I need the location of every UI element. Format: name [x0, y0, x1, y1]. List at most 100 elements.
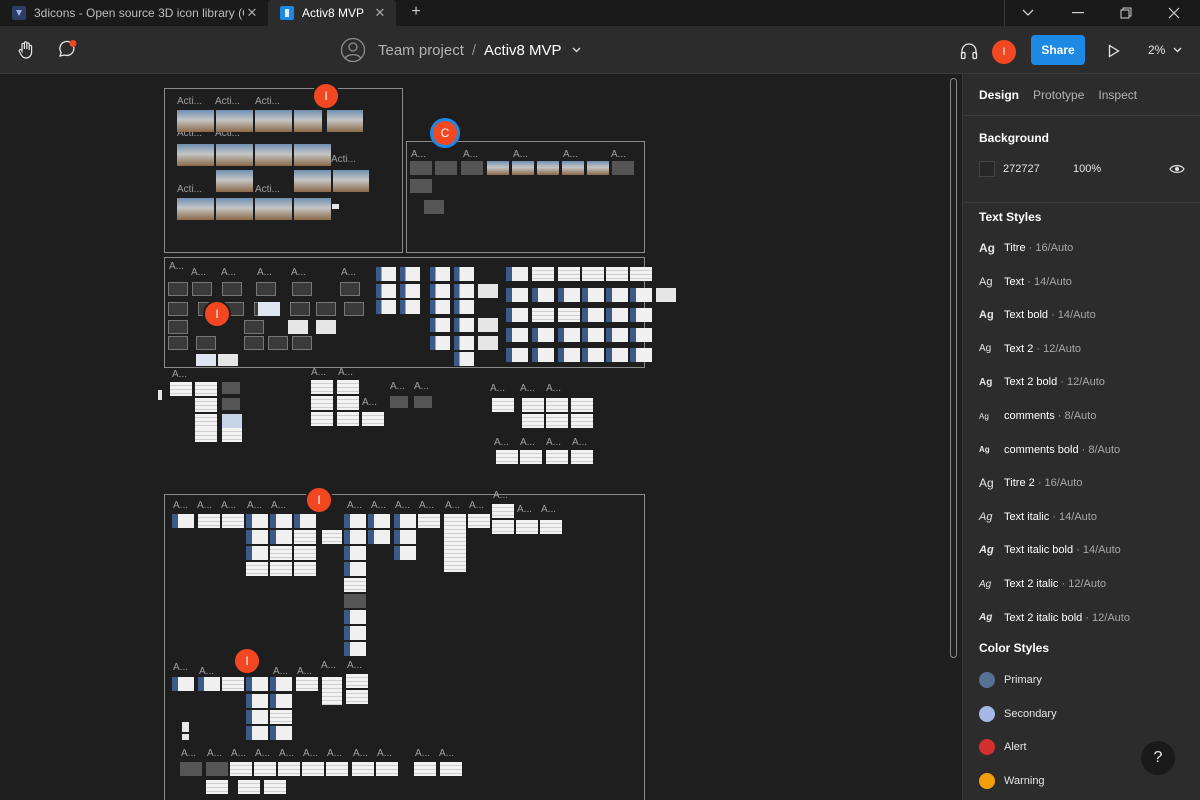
screen-thumbnail[interactable] [454, 352, 474, 366]
screen-thumbnail[interactable] [270, 546, 292, 560]
screen-thumbnail[interactable] [255, 198, 292, 220]
screen-thumbnail[interactable] [506, 288, 528, 302]
screen-thumbnail[interactable] [246, 710, 268, 724]
screen-thumbnail[interactable] [168, 320, 188, 334]
screen-thumbnail[interactable] [454, 336, 474, 350]
screen-thumbnail[interactable] [558, 348, 580, 362]
screen-thumbnail[interactable] [344, 530, 366, 544]
screen-thumbnail[interactable] [430, 336, 450, 350]
screen-thumbnail[interactable] [222, 382, 240, 394]
headphones-icon[interactable] [956, 40, 982, 62]
screen-thumbnail[interactable] [288, 320, 308, 334]
share-button[interactable]: Share [1031, 35, 1085, 65]
screen-thumbnail[interactable] [246, 514, 268, 528]
screen-thumbnail[interactable] [435, 161, 457, 175]
screen-thumbnail[interactable] [558, 308, 580, 322]
screen-thumbnail[interactable] [410, 179, 432, 193]
screen-thumbnail[interactable] [216, 144, 253, 166]
close-tab-icon[interactable]: ✕ [372, 5, 388, 21]
tab-prototype[interactable]: Prototype [1033, 88, 1084, 102]
screen-thumbnail[interactable] [258, 302, 280, 316]
screen-thumbnail[interactable] [478, 284, 498, 298]
restore-icon[interactable] [1102, 0, 1150, 26]
screen-thumbnail[interactable] [582, 308, 604, 322]
hand-tool-icon[interactable] [14, 38, 38, 62]
screen-thumbnail[interactable] [182, 734, 189, 740]
screen-thumbnail[interactable] [195, 382, 217, 396]
screen-thumbnail[interactable] [532, 267, 554, 281]
screen-thumbnail[interactable] [376, 284, 396, 298]
text-style-row[interactable]: Ag Text 2 bold · 12/Auto [979, 373, 1189, 391]
screen-thumbnail[interactable] [630, 328, 652, 342]
zoom-dropdown[interactable]: 2% [1148, 26, 1182, 74]
screen-thumbnail[interactable] [222, 677, 244, 691]
frame-section[interactable]: A... A... A... A... A... [406, 141, 645, 253]
screen-thumbnail[interactable] [368, 530, 390, 544]
screen-thumbnail[interactable] [496, 450, 518, 464]
screen-thumbnail[interactable] [376, 267, 396, 281]
canvas-scrollbar[interactable] [950, 78, 957, 658]
close-tab-icon[interactable]: ✕ [244, 5, 260, 21]
screen-thumbnail[interactable] [182, 722, 189, 732]
color-style-row[interactable]: Secondary [979, 705, 1189, 723]
screen-thumbnail[interactable] [430, 300, 450, 314]
screen-thumbnail[interactable] [630, 267, 652, 281]
screen-thumbnail[interactable] [294, 514, 316, 528]
screen-thumbnail[interactable] [612, 161, 634, 175]
screen-thumbnail[interactable] [394, 546, 416, 560]
screen-thumbnail[interactable] [606, 267, 628, 281]
screen-thumbnail[interactable] [520, 450, 542, 464]
screen-thumbnail[interactable] [492, 520, 514, 534]
screen-thumbnail[interactable] [170, 382, 192, 396]
screen-thumbnail[interactable] [216, 170, 253, 192]
screen-thumbnail[interactable] [196, 336, 216, 350]
screen-thumbnail[interactable] [394, 514, 416, 528]
screen-thumbnail[interactable] [246, 726, 268, 740]
screen-thumbnail[interactable] [255, 144, 292, 166]
screen-thumbnail[interactable] [522, 414, 544, 428]
screen-thumbnail[interactable] [444, 514, 466, 572]
text-style-row[interactable]: Ag Text 2 italic bold · 12/Auto [979, 609, 1189, 627]
screen-thumbnail[interactable] [246, 694, 268, 708]
screen-thumbnail[interactable] [362, 412, 384, 426]
text-style-row[interactable]: Ag Text bold · 14/Auto [979, 306, 1189, 324]
screen-thumbnail[interactable] [177, 110, 214, 132]
screen-thumbnail[interactable] [344, 578, 366, 592]
screen-thumbnail[interactable] [532, 308, 554, 322]
screen-thumbnail[interactable] [168, 302, 188, 316]
color-style-row[interactable]: Primary [979, 671, 1189, 689]
tab-design[interactable]: Design [979, 88, 1019, 102]
screen-thumbnail[interactable] [532, 288, 554, 302]
text-style-row[interactable]: Ag Text italic bold · 14/Auto [979, 541, 1189, 559]
text-style-row[interactable]: Ag comments bold · 8/Auto [979, 441, 1189, 459]
screen-thumbnail[interactable] [168, 336, 188, 350]
user-avatar[interactable]: I [992, 40, 1016, 64]
screen-thumbnail[interactable] [414, 762, 436, 776]
file-name[interactable]: Activ8 MVP [484, 42, 562, 59]
screen-thumbnail[interactable] [606, 288, 628, 302]
screen-thumbnail[interactable] [255, 110, 292, 132]
screen-thumbnail[interactable] [478, 336, 498, 350]
screen-thumbnail[interactable] [546, 398, 568, 412]
screen-thumbnail[interactable] [344, 642, 366, 656]
text-style-row[interactable]: Ag Text · 14/Auto [979, 273, 1189, 291]
screen-thumbnail[interactable] [294, 144, 331, 166]
screen-thumbnail[interactable] [430, 318, 450, 332]
screen-thumbnail[interactable] [337, 412, 359, 426]
screen-thumbnail[interactable] [630, 288, 652, 302]
screen-thumbnail[interactable] [195, 398, 217, 412]
background-row[interactable]: 272727 100% [979, 160, 1185, 178]
screen-thumbnail[interactable] [582, 288, 604, 302]
screen-thumbnail[interactable] [222, 282, 242, 296]
browser-tab-3dicons[interactable]: 3dicons - Open source 3D icon library (C… [0, 0, 268, 26]
screen-thumbnail[interactable] [270, 530, 292, 544]
text-style-row[interactable]: Ag Text italic · 14/Auto [979, 508, 1189, 526]
screen-thumbnail[interactable] [430, 284, 450, 298]
screen-thumbnail[interactable] [606, 328, 628, 342]
screen-thumbnail[interactable] [292, 282, 312, 296]
screen-thumbnail[interactable] [177, 198, 214, 220]
screen-thumbnail[interactable] [294, 198, 331, 220]
screen-thumbnail[interactable] [344, 562, 366, 576]
screen-thumbnail[interactable] [506, 348, 528, 362]
screen-thumbnail[interactable] [461, 161, 483, 175]
